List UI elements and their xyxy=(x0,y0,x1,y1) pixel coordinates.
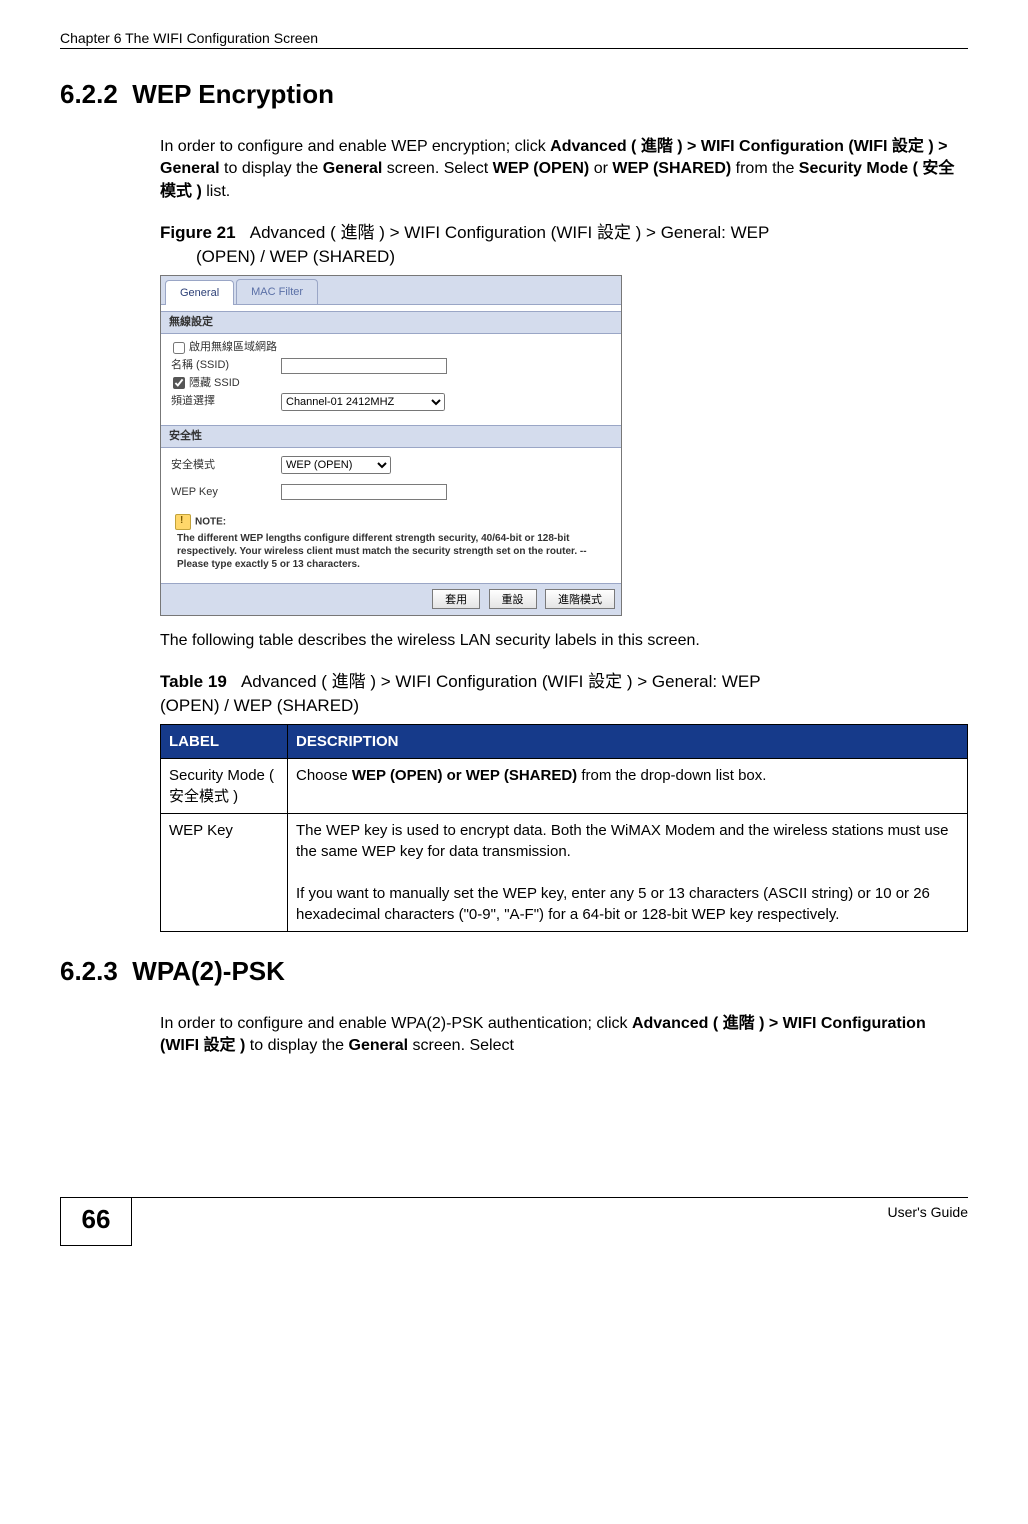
label-security-mode: 安全模式 xyxy=(171,458,281,473)
label-channel: 頻道選擇 xyxy=(171,394,281,409)
section-heading-623: 6.2.3 WPA(2)-PSK xyxy=(60,956,968,987)
section-title: WPA(2)-PSK xyxy=(132,956,285,986)
table-row: WEP Key The WEP key is used to encrypt d… xyxy=(161,813,968,931)
section-622-paragraph: In order to configure and enable WEP enc… xyxy=(160,136,968,203)
table-19-caption: Table 19 Advanced ( 進階 ) > WIFI Configur… xyxy=(160,670,968,718)
table-header-label: LABEL xyxy=(161,724,288,758)
tab-bar: General MAC Filter xyxy=(161,276,621,305)
tab-general[interactable]: General xyxy=(165,280,234,304)
section-heading-622: 6.2.2 WEP Encryption xyxy=(60,79,968,110)
table-cell-description: The WEP key is used to encrypt data. Bot… xyxy=(288,813,968,931)
input-wep-key[interactable] xyxy=(281,484,447,500)
label-enable-wifi: 啟用無線區域網路 xyxy=(189,340,277,355)
table-19-intro: The following table describes the wirele… xyxy=(160,630,968,652)
note-text: The different WEP lengths configure diff… xyxy=(171,532,611,577)
select-security-mode[interactable]: WEP (OPEN) xyxy=(281,456,391,474)
section-623-paragraph: In order to configure and enable WPA(2)-… xyxy=(160,1013,968,1058)
checkbox-hide-ssid[interactable] xyxy=(173,377,185,389)
running-head: Chapter 6 The WIFI Configuration Screen xyxy=(60,30,968,46)
section-number: 6.2.3 xyxy=(60,956,118,986)
note-icon xyxy=(175,514,191,530)
table-row: Security Mode ( 安全模式 ) Choose WEP (OPEN)… xyxy=(161,758,968,813)
page-footer: 66 User's Guide xyxy=(60,1197,968,1246)
advanced-mode-button[interactable]: 進階模式 xyxy=(545,589,615,609)
section-bar-wireless: 無線設定 xyxy=(161,311,621,334)
figure-21-screenshot: General MAC Filter 無線設定 啟用無線區域網路 名稱 (SSI… xyxy=(160,275,622,616)
reset-button[interactable]: 重設 xyxy=(489,589,537,609)
figure-21-caption: Figure 21 Advanced ( 進階 ) > WIFI Configu… xyxy=(160,221,968,269)
section-title: WEP Encryption xyxy=(132,79,334,109)
table-header-description: DESCRIPTION xyxy=(288,724,968,758)
page-number: 66 xyxy=(60,1198,132,1246)
table-19: LABEL DESCRIPTION Security Mode ( 安全模式 )… xyxy=(160,724,968,932)
section-number: 6.2.2 xyxy=(60,79,118,109)
table-cell-label: WEP Key xyxy=(161,813,288,931)
note-header: NOTE: xyxy=(171,510,611,532)
tab-mac-filter[interactable]: MAC Filter xyxy=(236,279,318,303)
table-cell-description: Choose WEP (OPEN) or WEP (SHARED) from t… xyxy=(288,758,968,813)
select-channel[interactable]: Channel-01 2412MHZ xyxy=(281,393,445,411)
table-cell-label: Security Mode ( 安全模式 ) xyxy=(161,758,288,813)
label-ssid: 名稱 (SSID) xyxy=(171,358,281,373)
button-bar: 套用 重設 進階模式 xyxy=(161,583,621,614)
section-bar-security: 安全性 xyxy=(161,425,621,448)
footer-guide: User's Guide xyxy=(132,1198,968,1246)
checkbox-enable-wifi[interactable] xyxy=(173,342,185,354)
apply-button[interactable]: 套用 xyxy=(432,589,480,609)
label-wep-key: WEP Key xyxy=(171,485,281,500)
input-ssid[interactable] xyxy=(281,358,447,374)
label-hide-ssid: 隱藏 SSID xyxy=(189,376,240,391)
header-rule xyxy=(60,48,968,49)
